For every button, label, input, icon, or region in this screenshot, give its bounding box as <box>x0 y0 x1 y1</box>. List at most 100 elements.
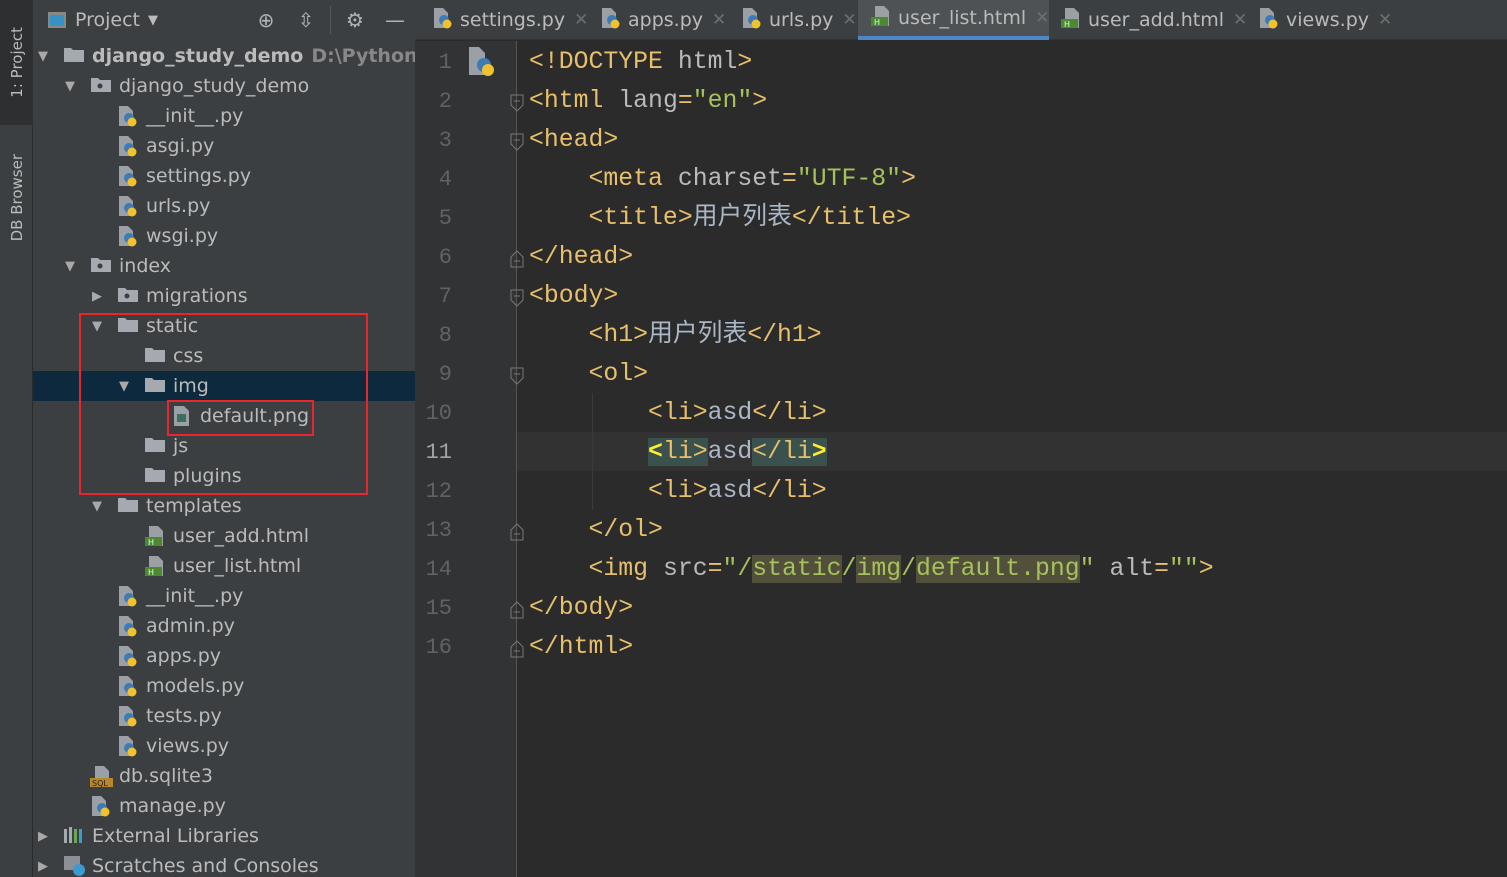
tree-item[interactable]: urls.py <box>33 191 415 221</box>
tab-label: urls.py <box>769 9 834 31</box>
svg-text:H: H <box>148 538 154 547</box>
tree-item-label: External Libraries <box>92 825 259 847</box>
close-icon[interactable]: ✕ <box>1233 10 1247 30</box>
code-token: <title> <box>588 204 693 232</box>
fold-end-icon[interactable] <box>510 250 524 268</box>
tree-item[interactable]: ▼ django_study_demo <box>33 71 415 101</box>
code-token: </head> <box>529 243 634 271</box>
expand-arrow-icon[interactable]: ▶ <box>36 829 50 844</box>
tree-item[interactable]: admin.py <box>33 611 415 641</box>
collapse-arrow-icon[interactable]: ▼ <box>63 259 77 274</box>
db-browser-tool-tab[interactable]: DB Browser <box>0 135 33 260</box>
fold-collapse-icon[interactable] <box>510 367 524 385</box>
tree-item[interactable]: ▶ External Libraries <box>33 821 415 851</box>
collapse-all-icon[interactable]: ⇳ <box>294 8 318 32</box>
project-tool-tab-label: 1: Project <box>7 27 26 98</box>
close-icon[interactable]: ✕ <box>1035 8 1049 28</box>
folder-icon <box>117 495 139 517</box>
code-token: </li <box>752 438 812 466</box>
python-icon <box>117 105 139 127</box>
editor-tab[interactable]: apps.py ✕ <box>600 0 726 40</box>
code-token: lang <box>618 87 678 115</box>
code-token: "UTF-8" <box>796 165 902 193</box>
close-icon[interactable]: ✕ <box>574 10 588 30</box>
tree-item[interactable]: ▼ index <box>33 251 415 281</box>
gear-icon[interactable]: ⚙ <box>343 8 367 32</box>
tab-label: views.py <box>1286 9 1369 31</box>
fold-collapse-icon[interactable] <box>510 94 524 112</box>
tree-item[interactable]: models.py <box>33 671 415 701</box>
project-view-icon <box>48 12 66 28</box>
html-icon: H <box>144 555 166 577</box>
tree-item[interactable]: ▶ Scratches and Consoles <box>33 851 415 877</box>
line-number: 7 <box>438 284 452 309</box>
tree-item[interactable]: Huser_add.html <box>33 521 415 551</box>
tree-item-text: apps.py <box>146 645 221 667</box>
code-line: </ol> <box>529 511 663 550</box>
collapse-arrow-icon[interactable]: ▼ <box>63 79 77 94</box>
code-token: </body> <box>529 594 634 622</box>
python-icon <box>117 645 139 667</box>
editor-tab[interactable]: settings.py ✕ <box>432 0 588 40</box>
html-file-icon: H <box>870 5 898 32</box>
svg-text:H: H <box>874 18 880 27</box>
tree-item[interactable]: views.py <box>33 731 415 761</box>
tree-item[interactable]: ▼ django_study_demo D:\Python_Proje <box>33 41 415 71</box>
close-icon[interactable]: ✕ <box>712 10 726 30</box>
tree-item-text: index <box>119 255 171 277</box>
tree-item[interactable]: Huser_list.html <box>33 551 415 581</box>
tree-item[interactable]: settings.py <box>33 161 415 191</box>
tree-item[interactable]: __init__.py <box>33 101 415 131</box>
tree-item[interactable]: manage.py <box>33 791 415 821</box>
tree-item[interactable]: asgi.py <box>33 131 415 161</box>
tree-item[interactable]: __init__.py <box>33 581 415 611</box>
tree-item[interactable]: ▼ templates <box>33 491 415 521</box>
minimize-icon[interactable]: — <box>383 8 407 32</box>
fold-collapse-icon[interactable] <box>510 133 524 151</box>
code-token: > <box>1198 555 1214 583</box>
code-token: "/ <box>722 555 753 583</box>
code-line: </body> <box>529 589 633 628</box>
line-number: 11 <box>425 440 452 465</box>
tree-item[interactable]: tests.py <box>33 701 415 731</box>
expand-arrow-icon[interactable]: ▶ <box>36 859 50 874</box>
code-token: <h1> <box>588 321 649 349</box>
fold-end-icon[interactable] <box>510 523 524 541</box>
editor-tab[interactable]: views.py ✕ <box>1258 0 1392 40</box>
code-token: "" <box>1168 555 1199 583</box>
tree-item-label: user_add.html <box>173 525 310 547</box>
editor-tab[interactable]: Huser_add.html ✕ <box>1060 0 1247 40</box>
tree-item[interactable]: wsgi.py <box>33 221 415 251</box>
expand-arrow-icon[interactable]: ▶ <box>90 289 104 304</box>
code-token: < <box>648 438 663 466</box>
line-number: 13 <box>425 518 452 543</box>
close-icon[interactable]: ✕ <box>842 10 856 30</box>
tree-item-label: migrations <box>146 285 248 307</box>
line-number: 9 <box>438 362 452 387</box>
fold-end-icon[interactable] <box>510 601 524 619</box>
fold-end-icon[interactable] <box>510 640 524 658</box>
tree-item[interactable]: SQL db.sqlite3 <box>33 761 415 791</box>
tree-item-text: templates <box>146 495 242 517</box>
line-number: 10 <box>425 401 452 426</box>
tree-item-text: admin.py <box>146 615 235 637</box>
locate-icon[interactable]: ⊕ <box>254 8 278 32</box>
fold-collapse-icon[interactable] <box>510 289 524 307</box>
close-icon[interactable]: ✕ <box>1378 10 1392 30</box>
tree-item-label: urls.py <box>146 195 211 217</box>
tree-item[interactable]: ▶ migrations <box>33 281 415 311</box>
collapse-arrow-icon[interactable]: ▼ <box>90 499 104 514</box>
project-tool-tab[interactable]: 1: Project <box>0 0 33 125</box>
tree-item[interactable]: apps.py <box>33 641 415 671</box>
chevron-down-icon[interactable]: ▼ <box>148 13 158 28</box>
collapse-arrow-icon[interactable]: ▼ <box>36 49 50 64</box>
tree-item-label: django_study_demo <box>92 45 304 67</box>
project-view-selector[interactable]: Project <box>75 9 140 31</box>
tree-item-label: templates <box>146 495 242 517</box>
editor-tab[interactable]: Huser_list.html ✕ <box>858 0 1049 40</box>
tree-item-text: asgi.py <box>146 135 214 157</box>
code-token: </ol> <box>588 516 663 544</box>
editor-tab[interactable]: urls.py ✕ <box>741 0 857 40</box>
